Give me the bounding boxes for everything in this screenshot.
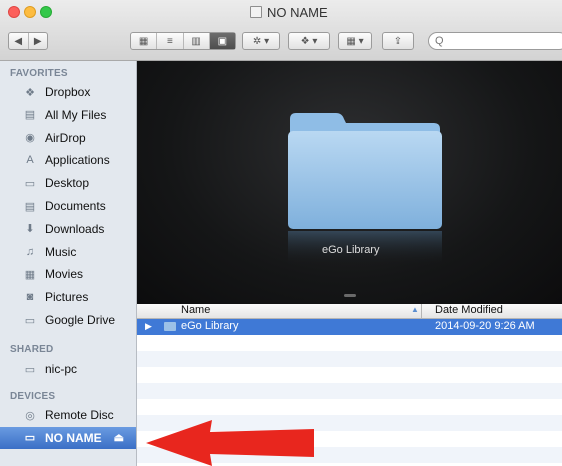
- sidebar-item-music[interactable]: ♫ Music: [0, 241, 136, 263]
- file-date: 2014-09-20 9:26 AM: [435, 320, 535, 332]
- folder-icon: ▭: [24, 314, 36, 327]
- sidebar-item-label: Downloads: [45, 221, 105, 236]
- coverflow-scrollbar[interactable]: [344, 294, 356, 297]
- applications-icon: A: [26, 154, 34, 167]
- sidebar-item-label: Applications: [45, 153, 110, 168]
- icon-view-button[interactable]: ▦: [131, 33, 158, 49]
- sort-indicator-icon: ▲: [411, 305, 419, 314]
- forward-button[interactable]: ▶: [29, 33, 48, 49]
- sidebar-item-airdrop[interactable]: ◉ AirDrop: [0, 127, 136, 149]
- downloads-icon: ⬇: [25, 223, 35, 236]
- airdrop-icon: ◉: [25, 132, 35, 145]
- sidebar-item-label: Documents: [45, 199, 106, 213]
- desktop-icon: ▭: [24, 177, 36, 190]
- action-button[interactable]: ✲ ▾: [242, 32, 280, 50]
- sidebar-item-documents[interactable]: ▤ Documents: [0, 195, 136, 217]
- sidebar-item-google-drive[interactable]: ▭ Google Drive: [0, 309, 136, 331]
- sidebar-item-label: Music: [45, 244, 77, 259]
- list-header: Name ▲ Date Modified: [137, 304, 562, 319]
- all-files-icon: ▤: [24, 109, 36, 122]
- date-column-header[interactable]: Date Modified: [435, 304, 503, 316]
- sidebar-item-label: Desktop: [45, 176, 90, 191]
- close-button[interactable]: [8, 6, 20, 18]
- music-icon: ♫: [25, 245, 35, 258]
- window-title-text: NO NAME: [267, 4, 328, 20]
- sidebar-item-all-my-files[interactable]: ▤ All My Files: [0, 104, 136, 126]
- sidebar-item-label: NO NAME: [45, 430, 102, 445]
- sidebar-item-remote-disc[interactable]: ◎ Remote Disc: [0, 404, 136, 426]
- share-button[interactable]: ⇪: [382, 32, 414, 50]
- list-item[interactable]: ▶ eGo Library 2014-09-20 9:26 AM: [137, 319, 562, 335]
- empty-row: [137, 351, 562, 367]
- red-arrow-annotation: [146, 420, 314, 466]
- sidebar-item-downloads[interactable]: ⬇ Downloads: [0, 218, 136, 240]
- computer-icon: ▭: [24, 363, 36, 376]
- minimize-button[interactable]: [24, 6, 36, 18]
- view-switcher: ▦ ≡ ▥ ▣: [130, 32, 236, 50]
- dropbox-button[interactable]: ❖ ▾: [288, 32, 330, 50]
- sidebar-item-label: AirDrop: [45, 130, 86, 145]
- sidebar-item-no-name[interactable]: ▭ NO NAME ⏏: [0, 426, 136, 449]
- sidebar-item-label: Dropbox: [45, 85, 91, 99]
- name-column-header[interactable]: Name: [181, 304, 210, 316]
- arrange-button[interactable]: ▦ ▾: [338, 32, 372, 50]
- disc-icon: ◎: [25, 409, 35, 422]
- sidebar: FAVORITES ❖ Dropbox ▤ All My Files ◉ AirDrop A…: [0, 61, 137, 466]
- search-input[interactable]: Q: [428, 32, 562, 50]
- documents-icon: ▤: [24, 200, 36, 213]
- sidebar-item-applications[interactable]: A Applications: [0, 149, 136, 171]
- shared-header: SHARED: [10, 344, 54, 355]
- folder-icon: [164, 322, 176, 331]
- sidebar-item-movies[interactable]: ▦ Movies: [0, 263, 136, 285]
- pictures-icon: ◙: [26, 291, 34, 304]
- finder-window: NO NAME ◀ ▶ ▦ ≡ ▥ ▣ ✲ ▾ ❖ ▾ ▦ ▾ ⇪ Q FAVO…: [0, 0, 562, 466]
- sidebar-item-label: Google Drive: [45, 313, 116, 327]
- list-view-button[interactable]: ≡: [157, 33, 184, 49]
- sidebar-item-label: nic-pc: [45, 362, 78, 376]
- coverflow-view-button[interactable]: ▣: [209, 33, 235, 49]
- sidebar-item-dropbox[interactable]: ❖ Dropbox: [0, 81, 136, 103]
- drive-icon: ▭: [24, 432, 36, 445]
- file-name: eGo Library: [181, 320, 239, 332]
- sidebar-item-label: Remote Disc: [45, 408, 114, 422]
- toolbar: NO NAME ◀ ▶ ▦ ≡ ▥ ▣ ✲ ▾ ❖ ▾ ▦ ▾ ⇪ Q: [0, 0, 562, 61]
- sidebar-item-label: Movies: [45, 267, 84, 282]
- nav-buttons: ◀ ▶: [8, 32, 48, 50]
- empty-row: [137, 383, 562, 399]
- sidebar-item-pictures[interactable]: ◙ Pictures: [0, 286, 136, 308]
- column-divider[interactable]: [421, 304, 422, 318]
- window-title: NO NAME: [250, 4, 328, 20]
- sidebar-item-desktop[interactable]: ▭ Desktop: [0, 172, 136, 194]
- devices-header: DEVICES: [10, 391, 56, 402]
- sidebar-item-label: All My Files: [45, 107, 107, 122]
- back-button[interactable]: ◀: [9, 33, 29, 49]
- column-view-button[interactable]: ▥: [184, 33, 210, 49]
- sidebar-item-label: Pictures: [45, 290, 89, 305]
- zoom-button[interactable]: [40, 6, 52, 18]
- eject-icon[interactable]: ⏏: [114, 431, 124, 444]
- favorites-header: FAVORITES: [10, 68, 68, 79]
- movies-icon: ▦: [24, 268, 36, 281]
- disclosure-triangle-icon[interactable]: ▶: [145, 321, 152, 332]
- drive-icon: [250, 6, 262, 18]
- sidebar-item-nic-pc[interactable]: ▭ nic-pc: [0, 358, 136, 380]
- coverflow-label: eGo Library: [322, 244, 380, 256]
- dropbox-icon: ❖: [25, 86, 35, 99]
